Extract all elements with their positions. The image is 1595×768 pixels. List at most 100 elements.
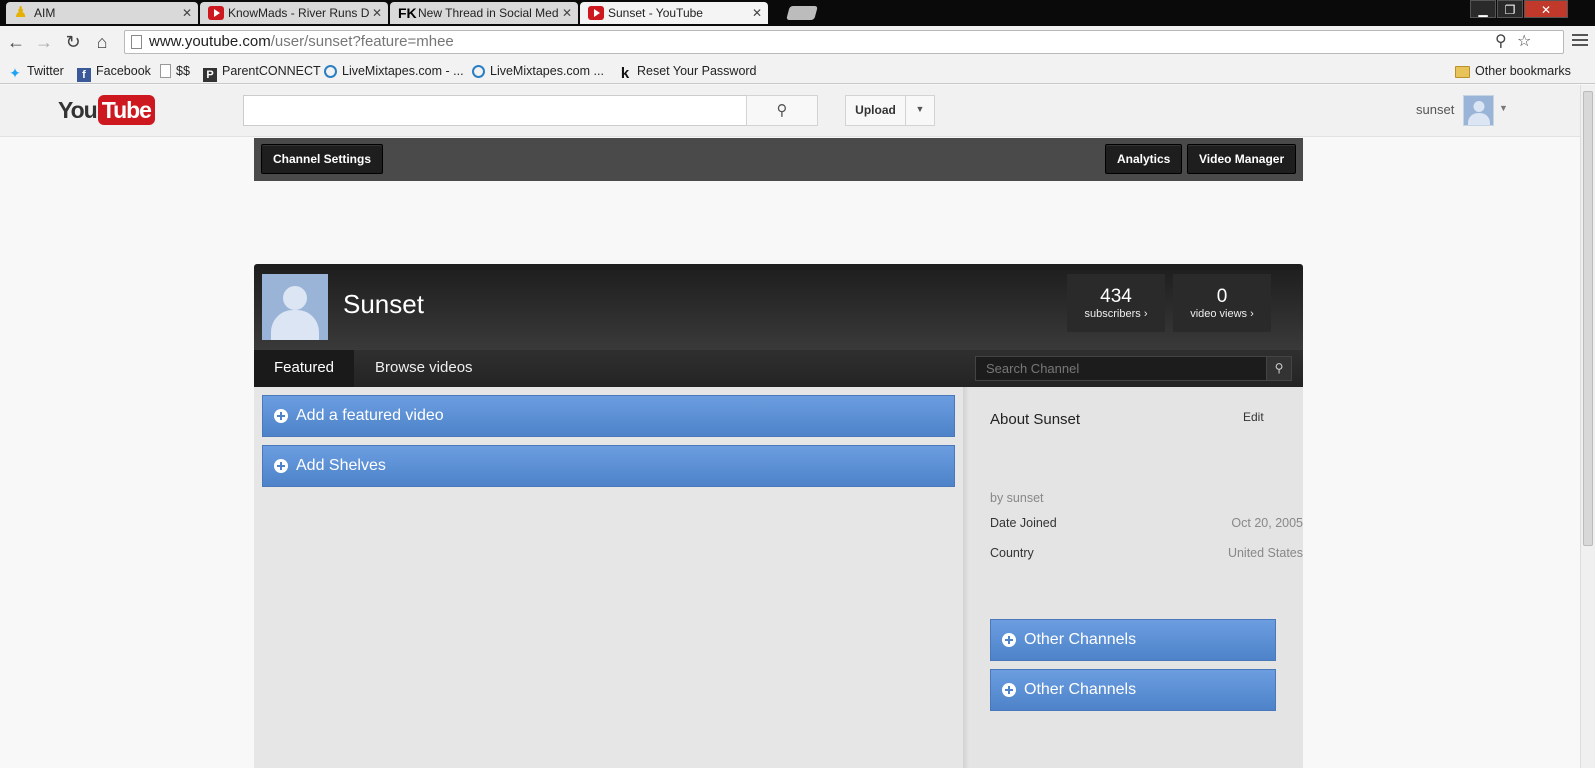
- about-edit-link[interactable]: Edit: [1243, 410, 1264, 424]
- country-value: United States: [1227, 546, 1303, 560]
- bookmark-label: LiveMixtapes.com - ...: [342, 64, 464, 78]
- video-views-stat[interactable]: 0 video views ›: [1173, 274, 1271, 332]
- close-tab-icon[interactable]: ✕: [182, 2, 192, 24]
- browser-tab-knowmads[interactable]: KnowMads - River Runs D ✕: [200, 2, 388, 24]
- back-icon[interactable]: ←: [4, 30, 28, 54]
- bookmark-star-icon[interactable]: ☆: [1517, 31, 1531, 53]
- youtube-masthead: You Tube ⚲ Upload ▼ sunset ▼: [0, 85, 1580, 137]
- restore-window-button[interactable]: ❐: [1497, 0, 1523, 18]
- livemixtapes-icon: [472, 65, 485, 78]
- date-joined-value: Oct 20, 2005: [1231, 516, 1303, 530]
- caret-down-icon: ▼: [915, 104, 925, 114]
- folder-icon: [1455, 66, 1470, 78]
- avatar[interactable]: [1463, 95, 1494, 126]
- video-views-count: 0: [1216, 286, 1228, 307]
- bookmark-reset-password[interactable]: k Reset Your Password: [618, 62, 757, 81]
- forward-icon[interactable]: →: [32, 30, 56, 54]
- channel-settings-button[interactable]: Channel Settings: [261, 144, 384, 174]
- search-button[interactable]: ⚲: [746, 95, 818, 126]
- date-joined-label: Date Joined: [990, 516, 1057, 530]
- add-featured-video-button[interactable]: Add a featured video: [262, 395, 955, 437]
- add-shelves-label: Add Shelves: [296, 457, 386, 474]
- plus-circle-icon: [274, 459, 288, 473]
- chrome-menu-icon[interactable]: [1572, 34, 1588, 50]
- add-shelves-button[interactable]: Add Shelves: [262, 445, 955, 487]
- browser-tab-strip: ♟ AIM ✕ KnowMads - River Runs D ✕ FK New…: [0, 0, 1595, 26]
- avatar-head: [1473, 101, 1484, 112]
- other-bookmarks[interactable]: Other bookmarks: [1455, 62, 1571, 80]
- username[interactable]: sunset: [1416, 102, 1454, 117]
- youtube-logo[interactable]: You Tube: [58, 95, 155, 125]
- other-channels-button-2[interactable]: Other Channels: [990, 669, 1276, 711]
- browser-tab-aim[interactable]: ♟ AIM ✕: [6, 2, 198, 24]
- logo-tube: Tube: [97, 95, 155, 125]
- livemixtapes-icon: [324, 65, 337, 78]
- twitter-icon: ✦: [9, 65, 21, 81]
- url-host: www.youtube.com: [149, 33, 271, 50]
- search-icon: ⚲: [776, 102, 788, 119]
- bookmark-label: $$: [176, 64, 190, 78]
- subscribers-label: subscribers ›: [1084, 308, 1148, 320]
- url-path: /user/sunset?feature=mhee: [270, 33, 454, 50]
- channel-title: Sunset: [343, 289, 424, 319]
- bookmarks-bar: ✦ Twitter f Facebook $$ P ParentCONNECT Liv…: [0, 58, 1595, 84]
- browser-toolbar: ← → ↻ ⌂ www.youtube.com/user/sunset?feat…: [0, 26, 1595, 58]
- search-input[interactable]: [243, 95, 747, 126]
- analytics-button[interactable]: Analytics: [1105, 144, 1183, 174]
- channel-search-button[interactable]: ⚲: [1266, 356, 1292, 381]
- browser-tab-new-thread[interactable]: FK New Thread in Social Med ✕: [390, 2, 578, 24]
- youtube-favicon: [208, 6, 224, 20]
- other-channels-label: Other Channels: [1024, 681, 1137, 698]
- about-title: About Sunset: [990, 411, 1081, 428]
- scrollbar-thumb[interactable]: [1583, 91, 1593, 546]
- zoom-icon[interactable]: ⚲: [1495, 31, 1507, 53]
- add-featured-video-label: Add a featured video: [296, 407, 444, 424]
- bookmark-money[interactable]: $$: [160, 62, 190, 80]
- close-tab-icon[interactable]: ✕: [372, 2, 382, 24]
- home-icon[interactable]: ⌂: [90, 30, 114, 54]
- channel-search-input[interactable]: Search Channel: [975, 356, 1267, 381]
- plus-circle-icon: [274, 409, 288, 423]
- fk-favicon: FK: [398, 5, 417, 21]
- bookmark-label: ParentCONNECT: [222, 64, 321, 78]
- other-channels-label: Other Channels: [1024, 631, 1137, 648]
- facebook-icon: f: [77, 68, 91, 82]
- browser-tab-sunset-youtube[interactable]: Sunset - YouTube ✕: [580, 2, 768, 24]
- close-window-button[interactable]: ✕: [1524, 0, 1568, 18]
- subscribers-stat[interactable]: 434 subscribers ›: [1067, 274, 1165, 332]
- bookmark-twitter[interactable]: ✦ Twitter: [8, 62, 64, 80]
- account-caret-icon[interactable]: ▼: [1499, 103, 1508, 113]
- tab-featured[interactable]: Featured: [254, 350, 354, 387]
- close-tab-icon[interactable]: ✕: [562, 2, 572, 24]
- page-icon: [131, 35, 142, 49]
- reload-icon[interactable]: ↻: [61, 30, 85, 54]
- subscribers-count: 434: [1100, 286, 1132, 307]
- country-label: Country: [990, 546, 1034, 560]
- avatar-head: [283, 286, 307, 310]
- channel-nav: Featured Browse videos Search Channel ⚲: [254, 350, 1303, 387]
- bookmark-livemixtapes-1[interactable]: LiveMixtapes.com - ...: [324, 62, 464, 80]
- tab-label: New Thread in Social Med: [418, 6, 559, 20]
- other-channels-button-1[interactable]: Other Channels: [990, 619, 1276, 661]
- new-tab-button[interactable]: [786, 6, 818, 20]
- bookmark-label: Other bookmarks: [1475, 64, 1571, 78]
- close-tab-icon[interactable]: ✕: [752, 2, 762, 24]
- tab-browse-videos[interactable]: Browse videos: [355, 350, 493, 387]
- video-manager-button[interactable]: Video Manager: [1187, 144, 1297, 174]
- upload-dropdown-button[interactable]: ▼: [905, 95, 935, 126]
- page-scrollbar[interactable]: [1580, 85, 1595, 768]
- about-by[interactable]: by sunset: [990, 491, 1044, 505]
- bookmark-facebook[interactable]: f Facebook: [77, 62, 151, 82]
- bookmark-livemixtapes-2[interactable]: LiveMixtapes.com ...: [472, 62, 604, 80]
- bookmark-parentconnect[interactable]: P ParentCONNECT: [203, 62, 321, 82]
- channel-avatar[interactable]: [262, 274, 328, 340]
- minimize-window-button[interactable]: ▁: [1470, 0, 1496, 18]
- address-bar[interactable]: www.youtube.com/user/sunset?feature=mhee…: [124, 30, 1564, 54]
- youtube-favicon: [588, 6, 604, 20]
- tab-label: KnowMads - River Runs D: [228, 6, 370, 20]
- plus-circle-icon: [1002, 683, 1016, 697]
- upload-button[interactable]: Upload: [845, 95, 906, 126]
- logo-you: You: [58, 97, 98, 123]
- channel-settings-bar: Channel Settings Analytics Video Manager: [254, 138, 1303, 181]
- avatar-body: [271, 310, 319, 340]
